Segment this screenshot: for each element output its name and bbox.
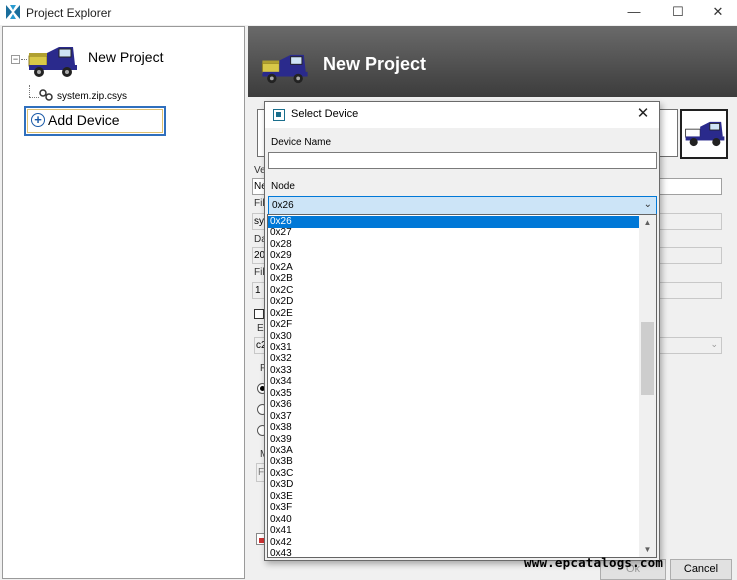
node-label: Node xyxy=(271,181,295,192)
system-file-icon xyxy=(39,89,53,101)
dialog-app-icon xyxy=(273,109,285,121)
app-logo-icon xyxy=(6,5,20,19)
node-option[interactable]: 0x31 xyxy=(268,342,640,354)
node-combobox[interactable]: 0x26 ⌄ xyxy=(268,196,657,215)
plus-circle-icon: + xyxy=(31,113,45,127)
project-name-label[interactable]: New Project xyxy=(88,49,163,65)
node-option[interactable]: 0x3C xyxy=(268,468,640,480)
dialog-title-bar: Select Device ✕ xyxy=(265,102,659,128)
node-option[interactable]: 0x42 xyxy=(268,537,640,549)
add-device-button[interactable]: + Add Device xyxy=(24,106,166,136)
dialog-close-button[interactable]: ✕ xyxy=(633,105,653,125)
node-dropdown-list[interactable]: 0x43 0x42 0x41 0x40 0x3F 0x3E 0x3D 0x3C 0x3B 0x3A… xyxy=(267,214,657,558)
title-bar: Project Explorer — ☐ ✕ xyxy=(0,0,737,25)
node-selected-value: 0x26 xyxy=(272,200,294,211)
form-field xyxy=(656,213,722,230)
image-option-selected[interactable] xyxy=(680,109,728,159)
node-option[interactable]: 0x3A xyxy=(268,445,640,457)
node-option[interactable]: 0x40 xyxy=(268,514,640,526)
node-option[interactable]: 0x2F xyxy=(268,319,640,331)
dialog-title: Select Device xyxy=(291,108,359,120)
form-label: Fil xyxy=(254,267,265,278)
chevron-down-icon[interactable]: ⌄ xyxy=(644,199,652,210)
window-close-button[interactable]: ✕ xyxy=(696,0,737,25)
banner-title: New Project xyxy=(323,54,427,74)
banner-cart-icon xyxy=(261,54,308,84)
node-option[interactable]: 0x27 xyxy=(268,227,640,239)
node-option[interactable]: 0x28 xyxy=(268,239,640,251)
form-field xyxy=(656,247,722,264)
node-option[interactable]: 0x26 xyxy=(268,216,640,228)
node-option[interactable]: 0x2D xyxy=(268,296,640,308)
node-option[interactable]: 0x2A xyxy=(268,262,640,274)
node-option[interactable]: 0x38 xyxy=(268,422,640,434)
node-option[interactable]: 0x3D xyxy=(268,479,640,491)
form-dropdown: ⌄ xyxy=(656,337,722,354)
node-option[interactable]: 0x37 xyxy=(268,411,640,423)
add-device-label: Add Device xyxy=(48,112,120,128)
node-option[interactable]: 0x36 xyxy=(268,399,640,411)
watermark: www.epcatalogs.com xyxy=(524,555,664,570)
node-option[interactable]: 0x3E xyxy=(268,491,640,503)
window-title: Project Explorer xyxy=(26,6,112,20)
minimize-button[interactable]: — xyxy=(612,0,656,25)
maximize-button[interactable]: ☐ xyxy=(656,0,700,25)
system-file-label[interactable]: system.zip.csys xyxy=(57,91,127,102)
form-value: 1 xyxy=(255,285,261,296)
node-option[interactable]: 0x33 xyxy=(268,365,640,377)
scroll-up-arrow-icon[interactable]: ▲ xyxy=(639,215,656,230)
node-option[interactable]: 0x30 xyxy=(268,331,640,343)
project-explorer-window: Project Explorer — ☐ ✕ − New Project sys… xyxy=(0,0,737,580)
tree-connector xyxy=(29,85,30,97)
cancel-button[interactable]: Cancel xyxy=(670,559,732,580)
cart-icon xyxy=(685,121,725,147)
project-banner: New Project xyxy=(248,26,737,97)
device-name-input[interactable] xyxy=(268,152,657,169)
project-tree-pane: − New Project system.zip.csys + Add Devi… xyxy=(2,26,245,579)
node-option[interactable]: 0x32 xyxy=(268,353,640,365)
node-option[interactable]: 0x3F xyxy=(268,502,640,514)
node-option[interactable]: 0x41 xyxy=(268,525,640,537)
node-option[interactable]: 0x34 xyxy=(268,376,640,388)
vertical-scrollbar[interactable]: ▲ ▼ xyxy=(639,215,656,557)
project-cart-icon[interactable] xyxy=(27,45,79,79)
device-name-label: Device Name xyxy=(271,137,332,148)
node-option[interactable]: 0x29 xyxy=(268,250,640,262)
tree-connector xyxy=(29,97,39,98)
node-option[interactable]: 0x2E xyxy=(268,308,640,320)
node-option[interactable]: 0x2C xyxy=(268,285,640,297)
checkbox[interactable] xyxy=(254,309,264,319)
form-field xyxy=(656,282,722,299)
node-option[interactable]: 0x3B xyxy=(268,456,640,468)
node-option[interactable]: 0x35 xyxy=(268,388,640,400)
scrollbar-thumb[interactable] xyxy=(641,322,654,395)
node-option[interactable]: 0x39 xyxy=(268,434,640,446)
form-label: Fil xyxy=(254,198,265,209)
node-option[interactable]: 0x2B xyxy=(268,273,640,285)
tree-collapse-icon[interactable]: − xyxy=(11,55,20,64)
form-field[interactable] xyxy=(656,178,722,195)
